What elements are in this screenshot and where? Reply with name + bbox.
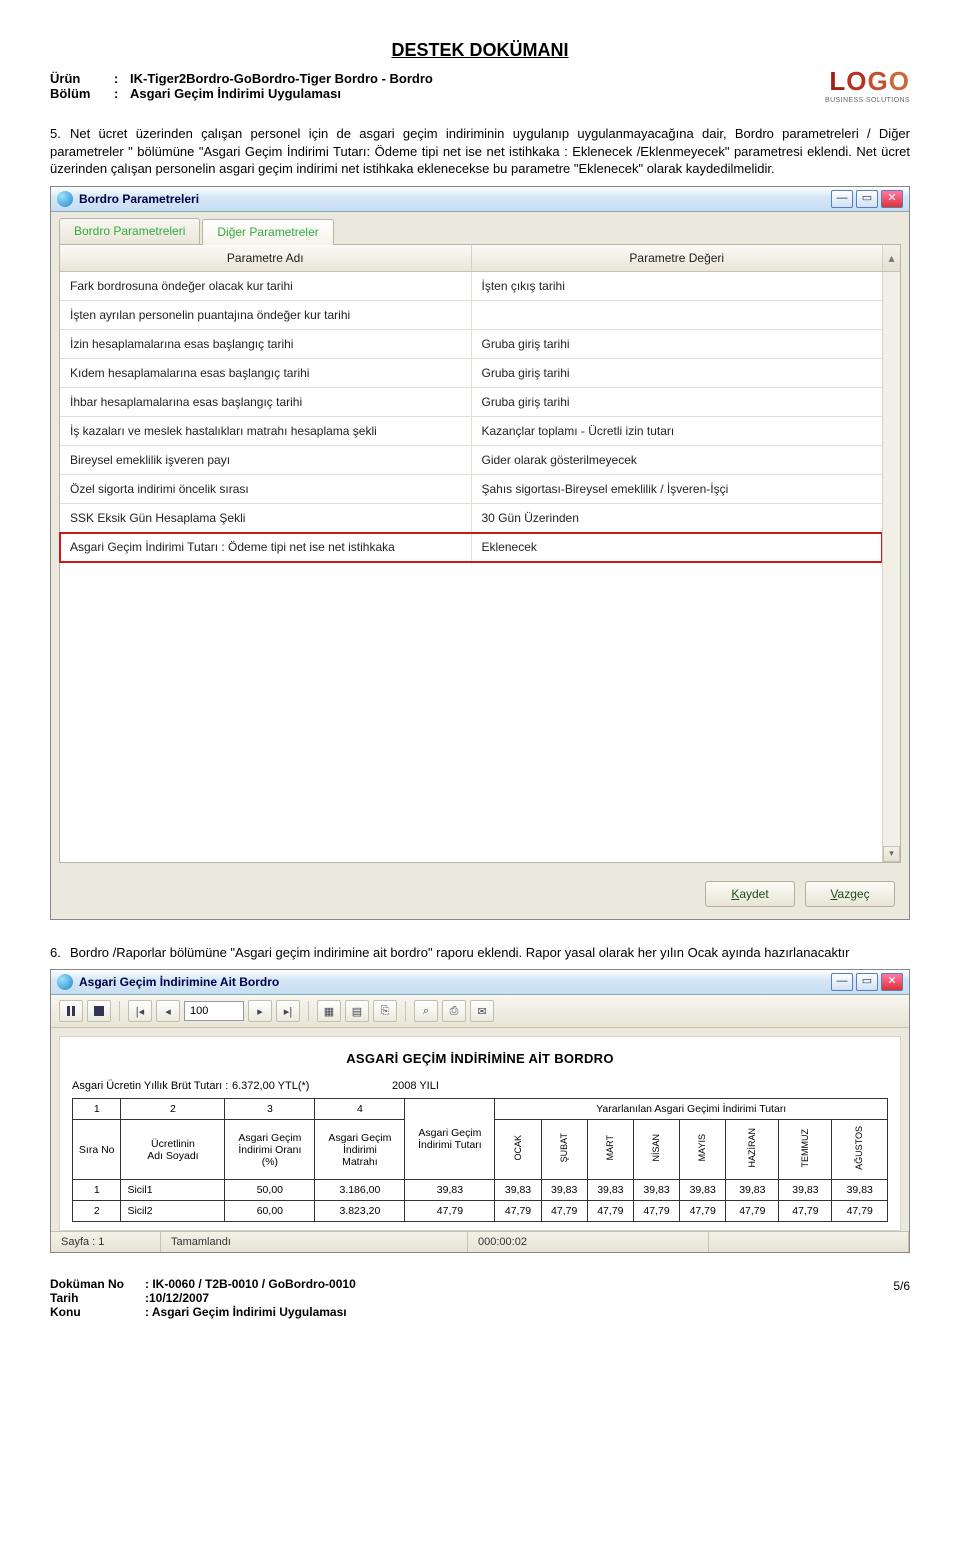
param-name: İzin hesaplamalarına esas başlangıç tari… — [60, 330, 472, 358]
param-name: İş kazaları ve meslek hastalıkları matra… — [60, 417, 472, 445]
pause-icon[interactable] — [59, 1000, 83, 1022]
table-row[interactable]: İşten ayrılan personelin puantajına önde… — [60, 301, 882, 330]
status-spacer — [709, 1232, 909, 1252]
status-bar: Sayfa : 1 Tamamlandı 000:00:02 — [51, 1231, 909, 1252]
param-name: İşten ayrılan personelin puantajına önde… — [60, 301, 472, 329]
app-icon — [57, 191, 73, 207]
param-name: Kıdem hesaplamalarına esas başlangıç tar… — [60, 359, 472, 387]
annual-gross-label: Asgari Ücretin Yıllık Brüt Tutarı : — [72, 1080, 232, 1092]
status-state: Tamamlandı — [161, 1232, 468, 1252]
table-row[interactable]: Bireysel emeklilik işveren payıGider ola… — [60, 446, 882, 475]
maximize-button[interactable]: ▭ — [856, 973, 878, 991]
param-name: Özel sigorta indirimi öncelik sırası — [60, 475, 472, 503]
maximize-button[interactable]: ▭ — [856, 190, 878, 208]
scroll-down-icon[interactable]: ▾ — [883, 846, 900, 862]
table-row[interactable]: İzin hesaplamalarına esas başlangıç tari… — [60, 330, 882, 359]
param-value: Gruba giriş tarihi — [472, 359, 883, 387]
paragraph-6: 6.Bordro /Raporlar bölümüne "Asgari geçi… — [50, 944, 910, 962]
tool-icon[interactable]: ⌕ — [414, 1000, 438, 1022]
page-footer: Doküman No: IK-0060 / T2B-0010 / GoBordr… — [50, 1277, 910, 1319]
colon: : — [114, 86, 130, 101]
cancel-button[interactable]: Vazgeç — [805, 881, 895, 907]
table-row[interactable]: İhbar hesaplamalarına esas başlangıç tar… — [60, 388, 882, 417]
window-bordro-parametreleri: Bordro Parametreleri — ▭ ✕ Bordro Parame… — [50, 186, 910, 920]
tool-icon[interactable]: ▤ — [345, 1000, 369, 1022]
parameter-grid: Parametre Adı Parametre Değeri ▴ Fark bo… — [59, 244, 901, 863]
param-name: SSK Eksik Gün Hesaplama Şekli — [60, 504, 472, 532]
param-value: Eklenecek — [472, 533, 883, 561]
scrollbar[interactable]: ▾ — [882, 272, 900, 862]
param-name: Bireysel emeklilik işveren payı — [60, 446, 472, 474]
prev-page-icon[interactable]: ◂ — [156, 1000, 180, 1022]
param-value — [472, 301, 883, 329]
page-number-input[interactable] — [184, 1001, 244, 1021]
page-number: 5/6 — [893, 1277, 910, 1319]
product-label: Ürün — [50, 71, 114, 86]
tab-diger-parametreler[interactable]: Diğer Parametreler — [202, 219, 333, 245]
report-table: 1234Asgari Geçimİndirimi TutarıYararlanı… — [72, 1098, 888, 1222]
stop-icon[interactable] — [87, 1000, 111, 1022]
param-value: Gider olarak gösterilmeyecek — [472, 446, 883, 474]
window-title: Asgari Geçim İndirimine Ait Bordro — [79, 975, 831, 989]
last-page-icon[interactable]: ▸| — [276, 1000, 300, 1022]
param-name: Asgari Geçim İndirimi Tutarı : Ödeme tip… — [60, 533, 472, 561]
window-asgari-bordro: Asgari Geçim İndirimine Ait Bordro — ▭ ✕… — [50, 969, 910, 1253]
section-value: Asgari Geçim İndirimi Uygulaması — [130, 86, 341, 101]
report-row: 2Sicil260,003.823,2047,7947,7947,7947,79… — [73, 1201, 888, 1222]
colon: : — [114, 71, 130, 86]
table-row[interactable]: Fark bordrosuna öndeğer olacak kur tarih… — [60, 272, 882, 301]
param-value: Gruba giriş tarihi — [472, 388, 883, 416]
save-button[interactable]: Kaydet — [705, 881, 795, 907]
scroll-up-icon[interactable]: ▴ — [882, 245, 900, 271]
window-title: Bordro Parametreleri — [79, 192, 831, 206]
minimize-button[interactable]: — — [831, 973, 853, 991]
close-button[interactable]: ✕ — [881, 190, 903, 208]
doc-title: DESTEK DOKÜMANI — [50, 40, 910, 61]
table-row[interactable]: Kıdem hesaplamalarına esas başlangıç tar… — [60, 359, 882, 388]
status-page: Sayfa : 1 — [51, 1232, 161, 1252]
param-value: Şahıs sigortası-Bireysel emeklilik / İşv… — [472, 475, 883, 503]
table-row[interactable]: Asgari Geçim İndirimi Tutarı : Ödeme tip… — [60, 533, 882, 562]
report-row: 1Sicil150,003.186,0039,8339,8339,8339,83… — [73, 1180, 888, 1201]
close-button[interactable]: ✕ — [881, 973, 903, 991]
report-toolbar: |◂ ◂ ▸ ▸| ▦ ▤ ⎘ ⌕ ⎙ ✉ — [51, 995, 909, 1028]
logo: LOGO BUSINESS SOLUTIONS — [825, 66, 910, 104]
param-name: İhbar hesaplamalarına esas başlangıç tar… — [60, 388, 472, 416]
titlebar[interactable]: Bordro Parametreleri — ▭ ✕ — [51, 187, 909, 212]
logo-subtitle: BUSINESS SOLUTIONS — [825, 97, 910, 104]
tool-icon[interactable]: ⎘ — [373, 1000, 397, 1022]
table-row[interactable]: Özel sigorta indirimi öncelik sırasıŞahı… — [60, 475, 882, 504]
section-label: Bölüm — [50, 86, 114, 101]
report-body: ASGARİ GEÇİM İNDİRİMİNE AİT BORDRO Asgar… — [59, 1036, 901, 1231]
tool-icon[interactable]: ▦ — [317, 1000, 341, 1022]
table-row[interactable]: İş kazaları ve meslek hastalıkları matra… — [60, 417, 882, 446]
param-value: Gruba giriş tarihi — [472, 330, 883, 358]
col-header-param[interactable]: Parametre Adı — [60, 245, 472, 271]
app-icon — [57, 974, 73, 990]
param-value: İşten çıkış tarihi — [472, 272, 883, 300]
table-row[interactable]: SSK Eksik Gün Hesaplama Şekli30 Gün Üzer… — [60, 504, 882, 533]
report-title: ASGARİ GEÇİM İNDİRİMİNE AİT BORDRO — [72, 1051, 888, 1066]
param-value: 30 Gün Üzerinden — [472, 504, 883, 532]
first-page-icon[interactable]: |◂ — [128, 1000, 152, 1022]
minimize-button[interactable]: — — [831, 190, 853, 208]
tab-bordro-parametreleri[interactable]: Bordro Parametreleri — [59, 218, 200, 244]
titlebar[interactable]: Asgari Geçim İndirimine Ait Bordro — ▭ ✕ — [51, 970, 909, 995]
tool-icon[interactable]: ✉ — [470, 1000, 494, 1022]
param-value: Kazançlar toplamı - Ücretli izin tutarı — [472, 417, 883, 445]
annual-gross-value: 6.372,00 YTL(*) — [232, 1080, 392, 1092]
report-year: 2008 YILI — [392, 1080, 888, 1092]
col-header-value[interactable]: Parametre Değeri — [472, 245, 883, 271]
product-value: IK-Tiger2Bordro-GoBordro-Tiger Bordro - … — [130, 71, 433, 86]
tool-icon[interactable]: ⎙ — [442, 1000, 466, 1022]
next-page-icon[interactable]: ▸ — [248, 1000, 272, 1022]
status-time: 000:00:02 — [468, 1232, 709, 1252]
param-name: Fark bordrosuna öndeğer olacak kur tarih… — [60, 272, 472, 300]
paragraph-5: 5.Net ücret üzerinden çalışan personel i… — [50, 125, 910, 178]
